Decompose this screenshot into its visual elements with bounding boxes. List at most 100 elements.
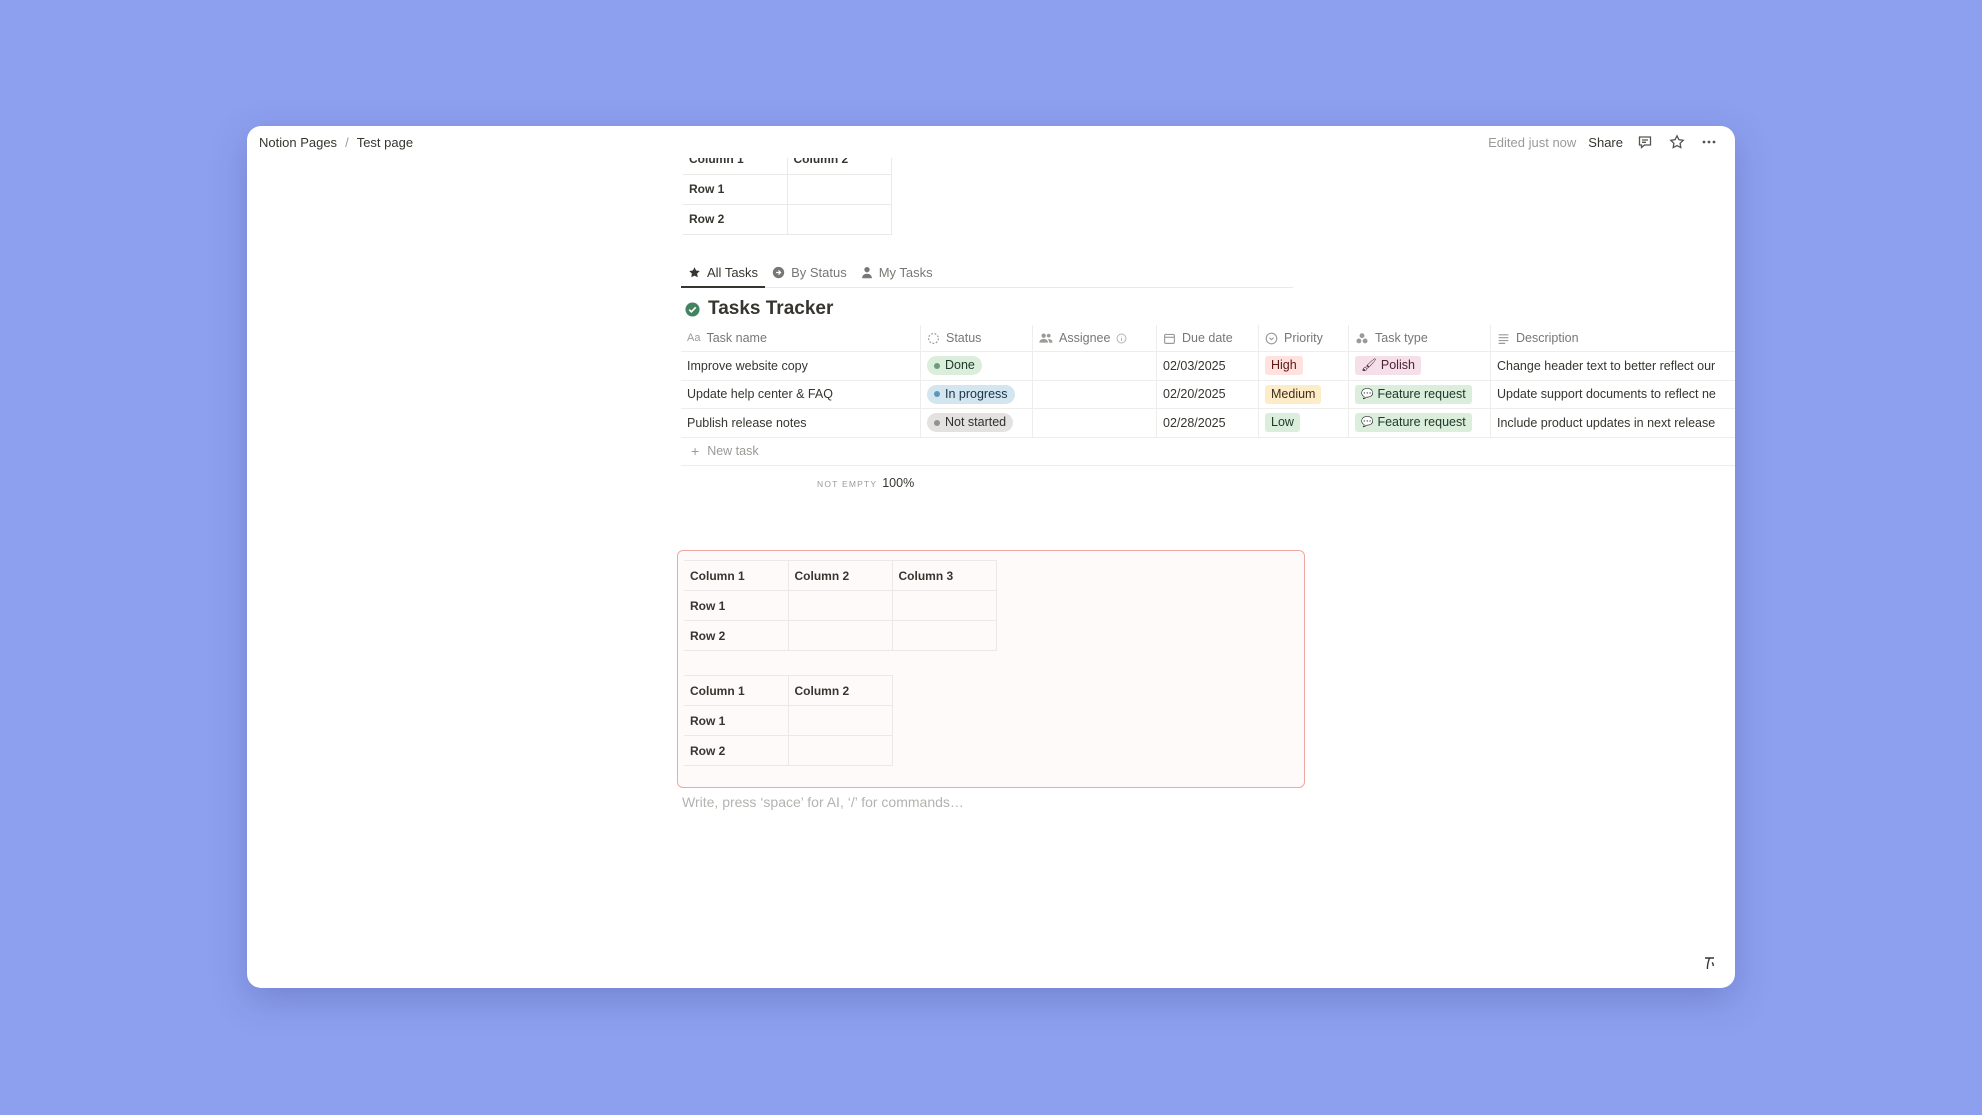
due-date-cell[interactable]: 02/03/2025: [1157, 352, 1259, 380]
tab-by-status[interactable]: By Status: [765, 258, 854, 287]
table-cell[interactable]: [786, 203, 892, 235]
tab-label: All Tasks: [707, 265, 759, 280]
priority-badge: High: [1265, 356, 1303, 376]
table-cell[interactable]: Column 3: [891, 560, 997, 591]
status-icon: [928, 332, 939, 344]
table-cell[interactable]: [787, 590, 893, 621]
table-cell[interactable]: Column 2: [787, 675, 893, 706]
table-cell[interactable]: [787, 620, 893, 651]
calendar-icon: [1164, 333, 1175, 344]
table-row[interactable]: Improve website copy Done 02/03/2025 Hig…: [681, 352, 1735, 381]
task-name-cell[interactable]: Publish release notes: [681, 409, 921, 437]
column-header-status[interactable]: Status: [921, 325, 1033, 351]
column-header-task-name[interactable]: Aa Task name: [681, 325, 921, 351]
calculation-value: 100%: [882, 476, 915, 490]
description-cell[interactable]: Include product updates in next release: [1491, 409, 1735, 437]
assignee-cell[interactable]: [1033, 352, 1157, 380]
tab-all-tasks[interactable]: All Tasks: [681, 258, 766, 288]
table-header-row: Column 1 Column 2: [684, 675, 893, 706]
speech-bubble-icon: 💬: [1361, 388, 1374, 400]
database-title-text[interactable]: Tasks Tracker: [708, 298, 833, 320]
editor-placeholder[interactable]: Write, press ‘space’ for AI, ‘/’ for com…: [682, 794, 964, 810]
help-icon[interactable]: [1699, 952, 1721, 974]
table-cell[interactable]: Column 2: [786, 158, 892, 175]
paintbrush-icon: 🖌: [1361, 358, 1377, 373]
task-name-cell[interactable]: Update help center & FAQ: [681, 380, 921, 408]
people-icon: [1039, 333, 1053, 343]
page-content: Column 1 Column 2 Row 1 Row 2 All Tasks: [247, 126, 1735, 988]
table-cell[interactable]: Row 1: [684, 590, 789, 621]
table-row: Row 2: [683, 203, 892, 235]
table-row[interactable]: Publish release notes Not started 02/28/…: [681, 409, 1735, 438]
table-cell[interactable]: Column 1: [684, 560, 789, 591]
status-cell[interactable]: In progress: [921, 380, 1033, 408]
table-cell[interactable]: Column 1: [683, 158, 788, 175]
tab-my-tasks[interactable]: My Tasks: [854, 258, 940, 287]
person-icon: [861, 266, 872, 279]
status-cell[interactable]: Not started: [921, 409, 1033, 437]
new-task-button[interactable]: + New task: [681, 438, 1735, 466]
table-cell[interactable]: Row 2: [684, 735, 789, 766]
simple-table-three-columns[interactable]: Column 1 Column 2 Column 3 Row 1 Row 2: [684, 560, 997, 651]
table-row: Row 2: [684, 735, 893, 766]
simple-table-top[interactable]: Column 1 Column 2 Row 1 Row 2: [683, 158, 892, 235]
column-header-priority[interactable]: Priority: [1259, 325, 1349, 351]
table-cell[interactable]: [786, 173, 892, 205]
task-type-label: Feature request: [1377, 386, 1466, 401]
status-label: Done: [945, 358, 975, 373]
priority-cell[interactable]: High: [1259, 352, 1349, 380]
column-header-due-date[interactable]: Due date: [1157, 325, 1259, 351]
assignee-cell[interactable]: [1033, 409, 1157, 437]
table-cell[interactable]: [787, 735, 893, 766]
assignee-cell[interactable]: [1033, 380, 1157, 408]
view-tabs: All Tasks By Status My Tasks: [681, 258, 1293, 288]
column-calculation[interactable]: NOT EMPTY 100%: [817, 476, 914, 490]
task-name-cell[interactable]: Improve website copy: [681, 352, 921, 380]
status-badge: Done: [927, 356, 982, 376]
table-row[interactable]: Update help center & FAQ In progress 02/…: [681, 380, 1735, 409]
info-icon: [1116, 333, 1127, 343]
speech-bubble-icon: 💬: [1361, 417, 1374, 429]
star-filled-icon: [689, 267, 700, 278]
task-type-label: Polish: [1380, 358, 1415, 373]
text-lines-icon: [1498, 333, 1509, 344]
priority-cell[interactable]: Medium: [1259, 380, 1349, 408]
tab-label: By Status: [791, 265, 847, 280]
text-type-icon: Aa: [687, 332, 701, 344]
table-cell[interactable]: Row 1: [684, 705, 789, 736]
task-type-cell[interactable]: 💬 Feature request: [1349, 380, 1491, 408]
task-type-cell[interactable]: 💬 Feature request: [1349, 409, 1491, 437]
simple-table-two-columns[interactable]: Column 1 Column 2 Row 1 Row 2: [684, 675, 893, 766]
table-cell[interactable]: Column 2: [787, 560, 893, 591]
column-header-description[interactable]: Description: [1491, 325, 1735, 351]
status-cell[interactable]: Done: [921, 352, 1033, 380]
priority-cell[interactable]: Low: [1259, 409, 1349, 437]
table-cell[interactable]: Column 1: [684, 675, 789, 706]
database-title: Tasks Tracker: [685, 298, 833, 320]
arrow-circle-icon: [772, 266, 785, 279]
table-cell[interactable]: Row 2: [683, 203, 788, 235]
table-cell[interactable]: [891, 590, 997, 621]
column-label: Task type: [1375, 331, 1428, 345]
column-label: Assignee: [1059, 331, 1111, 345]
new-task-label: New task: [707, 444, 759, 458]
plus-icon: +: [691, 443, 700, 459]
due-date-cell[interactable]: 02/28/2025: [1157, 409, 1259, 437]
task-type-badge: 💬 Feature request: [1355, 413, 1472, 433]
column-label: Status: [946, 331, 982, 345]
table-header-row: Column 1 Column 2: [683, 158, 892, 175]
due-date-cell[interactable]: 02/20/2025: [1157, 380, 1259, 408]
check-circle-icon: [685, 301, 700, 317]
description-cell[interactable]: Update support documents to reflect ne: [1491, 381, 1735, 409]
description-cell[interactable]: Change header text to better reflect our: [1491, 352, 1735, 380]
column-label: Due date: [1182, 331, 1233, 345]
column-header-task-type[interactable]: Task type: [1349, 325, 1491, 351]
calculation-label: NOT EMPTY: [817, 479, 878, 489]
table-cell[interactable]: [787, 705, 893, 736]
task-type-badge: 💬 Feature request: [1355, 384, 1472, 404]
table-cell[interactable]: Row 1: [683, 173, 788, 205]
task-type-cell[interactable]: 🖌 Polish: [1349, 352, 1491, 380]
table-cell[interactable]: [891, 620, 997, 651]
column-header-assignee[interactable]: Assignee: [1033, 325, 1157, 351]
table-cell[interactable]: Row 2: [684, 620, 789, 651]
